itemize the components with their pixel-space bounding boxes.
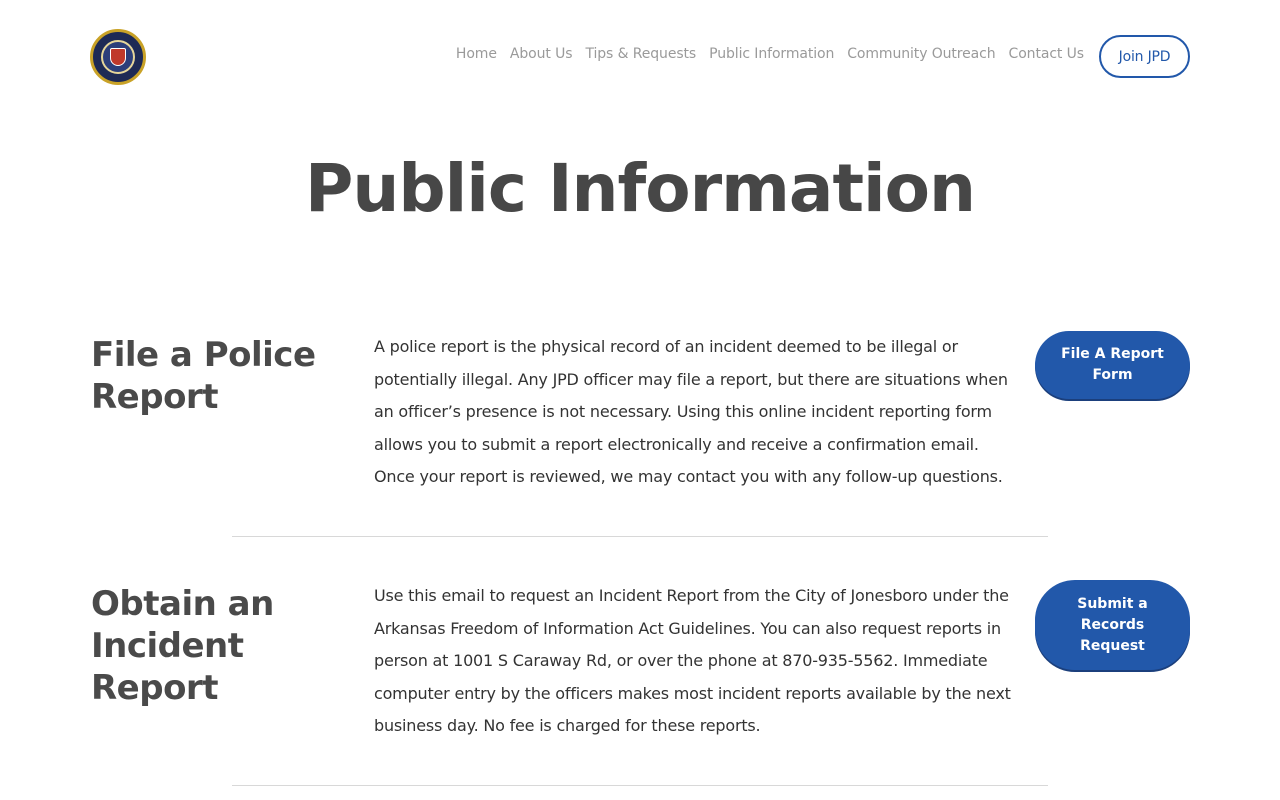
section-divider bbox=[232, 536, 1048, 537]
submit-records-request-button[interactable]: Submit a Records Request bbox=[1035, 580, 1190, 670]
nav-item-tips-requests[interactable]: Tips & Requests bbox=[585, 46, 696, 62]
nav-item-about-us[interactable]: About Us bbox=[510, 46, 573, 62]
page-title: Public Information bbox=[305, 150, 976, 227]
nav-item-public-information[interactable]: Public Information bbox=[709, 46, 834, 62]
nav-item-contact-us[interactable]: Contact Us bbox=[1009, 46, 1085, 62]
section-divider bbox=[232, 785, 1048, 786]
section-body: A police report is the physical record o… bbox=[374, 337, 1008, 486]
join-jpd-button[interactable]: Join JPD bbox=[1099, 35, 1190, 78]
nav-item-community-outreach[interactable]: Community Outreach bbox=[847, 46, 995, 62]
site-header: Home About Us Tips & Requests Public Inf… bbox=[0, 0, 1280, 112]
section-body: Use this email to request an Incident Re… bbox=[374, 586, 1011, 735]
badge-emblem-icon bbox=[101, 40, 135, 74]
jpd-badge-logo[interactable] bbox=[90, 29, 146, 85]
section-title: Obtain an Incident Report bbox=[91, 584, 274, 708]
main-nav: Home About Us Tips & Requests Public Inf… bbox=[443, 46, 1084, 62]
shield-icon bbox=[110, 48, 126, 66]
file-report-form-button[interactable]: File A Report Form bbox=[1035, 331, 1190, 399]
nav-item-home[interactable]: Home bbox=[456, 46, 497, 62]
section-title: File a Police Report bbox=[91, 335, 316, 417]
